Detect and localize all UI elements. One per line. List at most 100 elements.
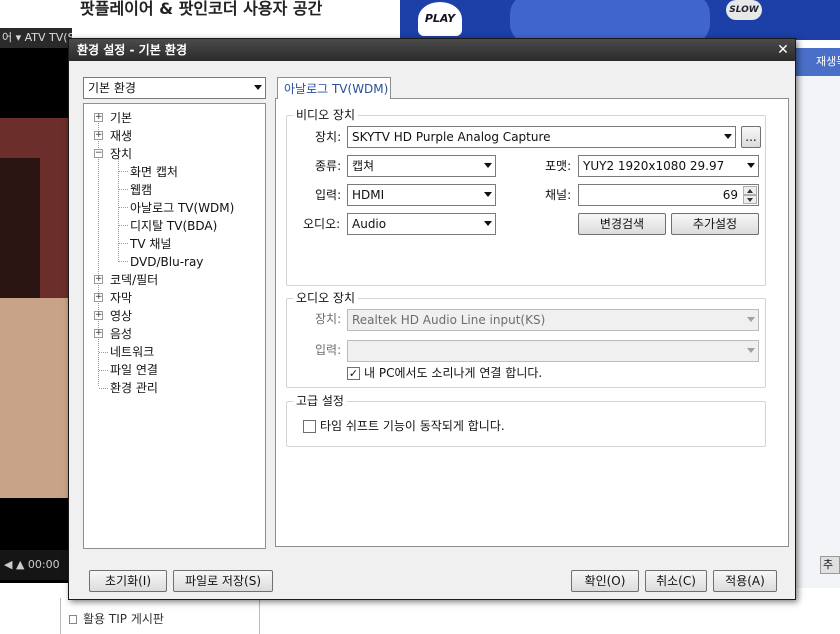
play-logo: PLAY [418, 2, 462, 36]
tree-item-file-association[interactable]: 파일 연결 [110, 361, 158, 379]
spin-down-icon[interactable] [743, 195, 757, 204]
tree-guide [119, 243, 128, 244]
document-icon [69, 615, 77, 624]
channel-stepper[interactable]: 69 [578, 184, 759, 206]
playlist-panel: 재생목 추 [796, 48, 840, 588]
close-icon[interactable]: ✕ [775, 39, 791, 61]
tree-guide [119, 189, 128, 190]
spin-up-icon[interactable] [743, 186, 757, 195]
preferences-dialog: 환경 설정 - 기본 환경 ✕ 기본 환경 + 기본 + 재생 − 장치 화면 캡처 … [68, 38, 796, 600]
advanced-group-label: 고급 설정 [293, 393, 347, 409]
audio-device-select[interactable]: Realtek HD Audio Line input(KS) [347, 309, 759, 331]
slow-logo: SLOW [726, 0, 762, 20]
audio-label: 오디오: [303, 217, 341, 231]
video-device-group: 비디오 장치 장치: SKYTV HD Purple Analog Captur… [286, 107, 766, 286]
tree-item-config-manage[interactable]: 환경 관리 [110, 379, 158, 397]
forum-list: 활용 TIP 게시판 [60, 598, 260, 634]
tree-item-video[interactable]: + 영상 [94, 307, 132, 325]
format-select[interactable]: YUY2 1920x1080 29.97 [578, 155, 759, 177]
tree-item-digital-tv[interactable]: 디지탈 TV(BDA) [130, 217, 217, 235]
chevron-down-icon [254, 85, 262, 90]
reset-button[interactable]: 초기화(I) [89, 570, 167, 592]
expand-icon[interactable]: + [94, 131, 103, 140]
settings-tree[interactable]: + 기본 + 재생 − 장치 화면 캡처 웹캠 아날로그 TV(WDM) 디지탈 TV… [83, 103, 266, 549]
extra-settings-button[interactable]: 추가설정 [671, 213, 759, 235]
input-select[interactable]: HDMI [347, 184, 496, 206]
apply-button[interactable]: 적용(A) [713, 570, 777, 592]
audio-input-label: 입력: [315, 343, 342, 357]
tree-item-playback[interactable]: + 재생 [94, 127, 132, 145]
playlist-header: 재생목 [796, 48, 840, 76]
tab-panel: 비디오 장치 장치: SKYTV HD Purple Analog Captur… [275, 98, 789, 547]
format-label: 포맷: [545, 159, 572, 173]
tree-item-subtitle[interactable]: + 자막 [94, 289, 132, 307]
chevron-down-icon [484, 163, 492, 168]
ok-button[interactable]: 확인(O) [571, 570, 639, 592]
player-controls[interactable]: ◀ ▲ 00:00 [0, 550, 72, 580]
audio-device-group: 오디오 장치 장치: Realtek HD Audio Line input(K… [286, 290, 766, 388]
tree-item-device[interactable]: − 장치 [94, 145, 132, 163]
chevron-down-icon [484, 192, 492, 197]
cancel-button[interactable]: 취소(C) [645, 570, 707, 592]
player-window: 어 ▾ ATV TV(SKY)HD ◀ ▲ 00:00 [0, 28, 72, 583]
dialog-title: 환경 설정 - 기본 환경 [77, 43, 188, 57]
expand-icon[interactable]: + [94, 311, 103, 320]
expand-icon[interactable]: + [94, 293, 103, 302]
connect-checkbox[interactable]: ✓ [347, 367, 360, 380]
tree-guide [119, 171, 128, 172]
tree-guide [119, 207, 128, 208]
audio-device-label: 장치: [315, 312, 342, 326]
connect-label: 내 PC에서도 소리나게 연결 합니다. [364, 366, 543, 380]
expand-icon[interactable]: + [94, 113, 103, 122]
tree-item-analog-tv[interactable]: 아날로그 TV(WDM) [130, 199, 234, 217]
video-group-label: 비디오 장치 [293, 107, 359, 123]
channel-label: 채널: [545, 188, 572, 202]
banner-logo [510, 0, 710, 40]
forum-list-item[interactable]: 활용 TIP 게시판 [69, 610, 164, 627]
save-to-file-button[interactable]: 파일로 저장(S) [173, 570, 273, 592]
audio-input-select[interactable] [347, 340, 759, 362]
tree-item-codec[interactable]: + 코덱/필터 [94, 271, 158, 289]
playlist-button[interactable]: 추 [820, 556, 840, 574]
expand-icon[interactable]: + [94, 275, 103, 284]
chevron-down-icon [747, 163, 755, 168]
browse-button[interactable]: ... [741, 126, 761, 148]
type-select[interactable]: 캡쳐 [347, 155, 496, 177]
tree-guide [119, 261, 128, 262]
video-device-select[interactable]: SKYTV HD Purple Analog Capture [347, 126, 736, 148]
chevron-down-icon [484, 221, 492, 226]
profile-select[interactable]: 기본 환경 [83, 77, 266, 99]
tab-analog-tv[interactable]: 아날로그 TV(WDM) [277, 77, 391, 99]
forum-heading: 팟플레이어 & 팟인코더 사용자 공간 [80, 0, 323, 18]
tree-item-dvd[interactable]: DVD/Blu-ray [130, 253, 203, 271]
banner-image: PLAY SLOW [400, 0, 840, 40]
expand-icon[interactable]: + [94, 329, 103, 338]
timeshift-checkbox[interactable] [303, 420, 316, 433]
input-label: 입력: [315, 188, 342, 202]
tree-guide [99, 370, 108, 371]
scan-button[interactable]: 변경검색 [578, 213, 666, 235]
collapse-icon[interactable]: − [94, 149, 103, 158]
tree-item-screen-capture[interactable]: 화면 캡처 [130, 163, 178, 181]
tree-item-webcam[interactable]: 웹캠 [130, 181, 152, 199]
advanced-group: 고급 설정 타임 쉬프트 기능이 동작되게 합니다. [286, 393, 766, 447]
tree-guide [119, 225, 128, 226]
tree-item-basic[interactable]: + 기본 [94, 109, 132, 127]
chevron-down-icon [747, 348, 755, 353]
chevron-down-icon [747, 317, 755, 322]
video-device-label: 장치: [315, 130, 342, 144]
chevron-down-icon [724, 134, 732, 139]
player-toolbar[interactable]: 어 ▾ ATV TV(SKY)HD [0, 28, 72, 48]
video-frame [0, 118, 72, 498]
type-label: 종류: [315, 159, 342, 173]
tree-item-network[interactable]: 네트워크 [110, 343, 154, 361]
audio-select[interactable]: Audio [347, 213, 496, 235]
tree-item-audio[interactable]: + 음성 [94, 325, 132, 343]
timeshift-label: 타임 쉬프트 기능이 동작되게 합니다. [320, 419, 505, 433]
tree-guide [99, 388, 108, 389]
tree-item-tv-channel[interactable]: TV 채널 [130, 235, 171, 253]
dialog-titlebar: 환경 설정 - 기본 환경 ✕ [69, 39, 795, 61]
video-content-lower [0, 298, 72, 498]
tree-guide [99, 352, 108, 353]
audio-group-label: 오디오 장치 [293, 290, 359, 306]
